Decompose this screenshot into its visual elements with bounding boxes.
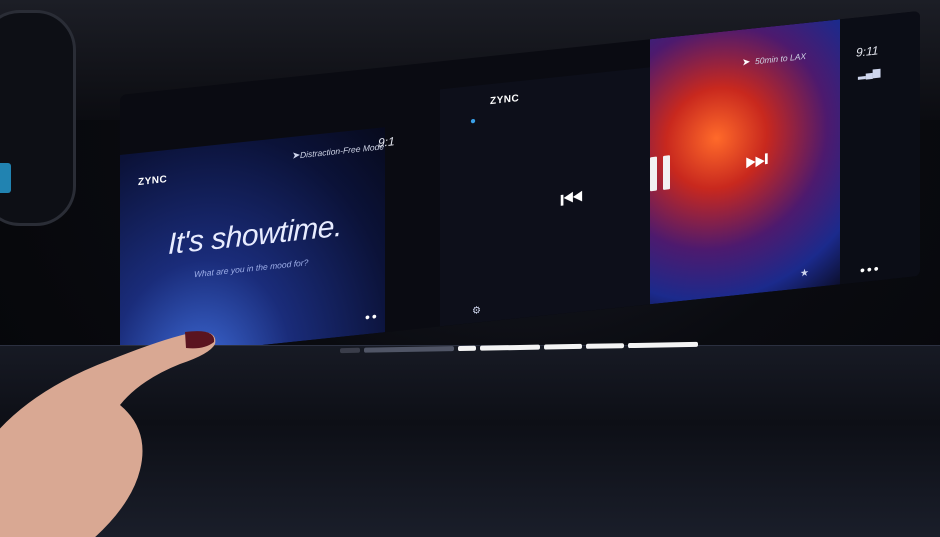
more-options-icon[interactable]: •• xyxy=(365,308,379,325)
hand-pointing xyxy=(0,331,216,537)
subheadline[interactable]: What are you in the mood for? xyxy=(194,257,308,279)
navigation-eta[interactable]: 50min to LAX xyxy=(755,51,806,66)
next-track-button[interactable]: ⏭ xyxy=(745,142,769,176)
previous-track-button[interactable]: ⏮ xyxy=(560,182,584,215)
headline: It's showtime. xyxy=(168,209,342,261)
distraction-free-mode-status[interactable]: Distraction-Free Mode xyxy=(300,141,384,160)
status-strip: 9:11 ▂▄▆ ••• xyxy=(840,10,920,285)
left-brand-logo: ZYNC xyxy=(138,174,168,189)
signal-icon: ▂▄▆ xyxy=(858,67,881,81)
navigation-arrow-icon: ➤ xyxy=(292,150,301,162)
media-brand-logo: ZYNC xyxy=(490,93,520,108)
more-options-icon[interactable]: ••• xyxy=(860,260,881,278)
next-icon: ⏭ xyxy=(745,142,769,176)
favorite-icon[interactable]: ★ xyxy=(800,268,809,280)
settings-icon[interactable]: ⚙ xyxy=(472,305,481,317)
cluster-indicator-icon xyxy=(0,163,11,193)
left-clock: 9:1 xyxy=(378,134,395,150)
pause-bar-right xyxy=(663,155,670,190)
pause-bar-left xyxy=(650,156,657,192)
album-art: ⏭ 50min to LAX ➤ ★ xyxy=(650,19,840,305)
navigation-arrow-icon: ➤ xyxy=(742,56,751,69)
progress-segment xyxy=(340,347,360,354)
pause-button[interactable] xyxy=(650,155,670,192)
progress-segment xyxy=(544,343,582,350)
progress-segment xyxy=(586,343,624,349)
progress-segment xyxy=(458,345,476,352)
previous-icon: ⏮ xyxy=(560,182,584,215)
media-control-screen: ZYNC ● ⏮ ⚙ xyxy=(440,67,650,327)
instrument-cluster xyxy=(0,10,76,226)
car-dashboard-scene: ZYNC It's showtime. What are you in the … xyxy=(0,0,940,537)
progress-segment xyxy=(480,344,540,351)
location-pin-icon: ● xyxy=(470,115,477,128)
media-clock: 9:11 xyxy=(856,43,879,60)
